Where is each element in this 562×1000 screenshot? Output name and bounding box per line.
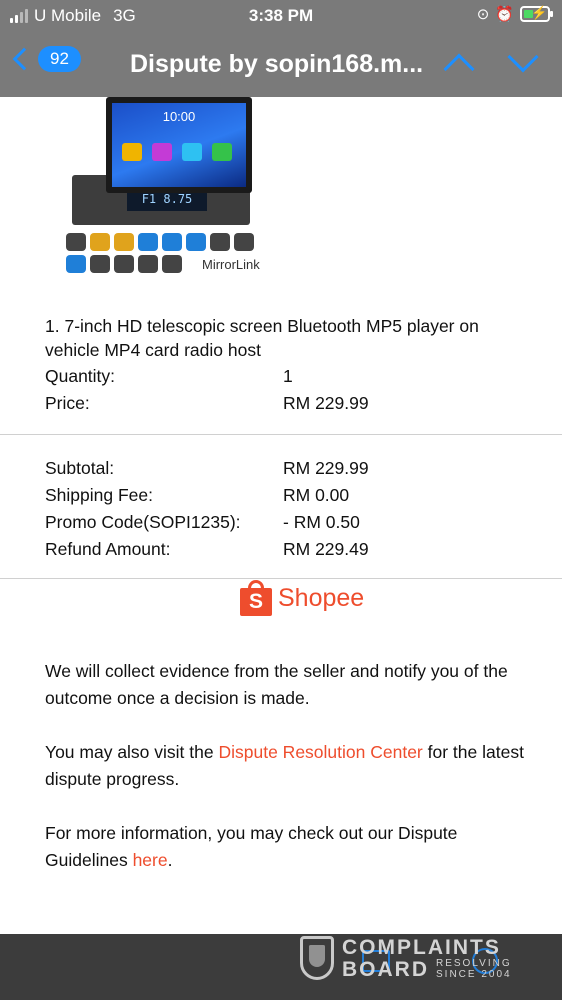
- shipping-value: RM 0.00: [283, 485, 350, 505]
- promo-value: - RM 0.50: [283, 512, 360, 532]
- navigation-bar: 92 Dispute by sopin168.m...: [0, 40, 562, 90]
- dispute-resolution-center-link[interactable]: Dispute Resolution Center: [218, 742, 422, 762]
- usb-icon: [234, 233, 254, 251]
- guidelines-paragraph: For more information, you may check out …: [45, 820, 525, 874]
- app-header: U Mobile 3G 3:38 PM ⊙ ⏰ ⚡ 92 Dispute by …: [0, 0, 562, 97]
- promo-row: Promo Code(SOPI1235): - RM 0.50: [45, 512, 360, 533]
- divider: [0, 434, 562, 435]
- cd-rds-icon: [66, 233, 86, 251]
- bluetooth-icon: [162, 233, 182, 251]
- guidelines-here-link[interactable]: here: [133, 850, 168, 870]
- refund-label: Refund Amount:: [45, 539, 171, 559]
- promo-label: Promo Code(SOPI1235):: [45, 512, 241, 532]
- watermark-tagline-1: RESOLVING: [436, 958, 512, 969]
- card-icon: [114, 255, 134, 273]
- back-button[interactable]: 92: [10, 46, 81, 72]
- unread-count-badge: 92: [38, 46, 81, 72]
- message-title: Dispute by sopin168.m...: [130, 50, 424, 78]
- alarm-icon: ⏰: [495, 6, 514, 23]
- battery-icon: ⚡: [520, 5, 553, 22]
- steering-wheel-icon: [210, 233, 230, 251]
- chevron-left-icon: [12, 47, 36, 71]
- paragraph-text: For more information, you may check out …: [45, 823, 458, 870]
- price-row: Price: RM 229.99: [45, 393, 369, 414]
- refund-row: Refund Amount: RM 229.49: [45, 539, 369, 560]
- shopee-logo: S Shopee: [240, 580, 364, 616]
- evidence-paragraph: We will collect evidence from the seller…: [45, 661, 508, 708]
- watermark-line-2: BOARD: [342, 958, 429, 981]
- price-label: Price:: [45, 393, 90, 413]
- watermark-line-1: COMPLAINTS: [342, 936, 501, 959]
- aux-icon: [90, 255, 110, 273]
- previous-message-icon[interactable]: [443, 53, 475, 85]
- divider: [0, 578, 562, 579]
- shipping-label: Shipping Fee:: [45, 485, 153, 505]
- resolution-center-paragraph: You may also visit the Dispute Resolutio…: [45, 739, 525, 793]
- item-name: 1. 7-inch HD telescopic screen Bluetooth…: [45, 316, 479, 360]
- subtotal-label: Subtotal:: [45, 458, 115, 478]
- brand-name: Shopee: [278, 583, 365, 612]
- radio-wave-icon: [138, 233, 158, 251]
- hd-icon: [114, 233, 134, 251]
- shield-icon: [300, 936, 334, 980]
- price-value: RM 229.99: [283, 393, 369, 413]
- subtotal-row: Subtotal: RM 229.99: [45, 458, 369, 479]
- paragraph-text: .: [167, 850, 173, 870]
- logo-letter: S: [240, 588, 272, 616]
- charging-icon: ⚡: [531, 5, 548, 20]
- refund-value: RM 229.49: [283, 539, 369, 559]
- paragraph-text: You may also visit the: [45, 742, 219, 762]
- camera-icon: [90, 233, 110, 251]
- screen-clock: 10:00: [162, 109, 196, 124]
- screen-app-icons: [122, 143, 232, 161]
- shopping-bag-icon: S: [240, 580, 272, 616]
- globe-icon: [66, 255, 86, 273]
- next-message-icon[interactable]: [507, 41, 539, 73]
- rotation-lock-icon: ⊙: [476, 6, 490, 23]
- touch-control-icon: [138, 255, 158, 273]
- status-icons: ⊙ ⏰ ⚡: [476, 5, 553, 23]
- shipping-row: Shipping Fee: RM 0.00: [45, 485, 349, 506]
- radio-icon: [186, 233, 206, 251]
- subtotal-value: RM 229.99: [283, 458, 369, 478]
- complaintsboard-watermark: COMPLAINTS BOARD RESOLVING SINCE 2004: [300, 936, 562, 996]
- head-unit-screen: 10:00: [106, 97, 252, 193]
- quantity-row: Quantity: 1: [45, 366, 293, 387]
- watermark-tagline-2: SINCE 2004: [436, 969, 512, 980]
- quantity-label: Quantity:: [45, 366, 116, 386]
- link-icon: [162, 255, 182, 273]
- quantity-value: 1: [283, 366, 293, 386]
- product-image: F1 8.75 10:00 MirrorLink: [60, 97, 275, 282]
- mirrorlink-logo: MirrorLink: [202, 257, 260, 272]
- status-bar: U Mobile 3G 3:38 PM ⊙ ⏰ ⚡: [0, 0, 562, 32]
